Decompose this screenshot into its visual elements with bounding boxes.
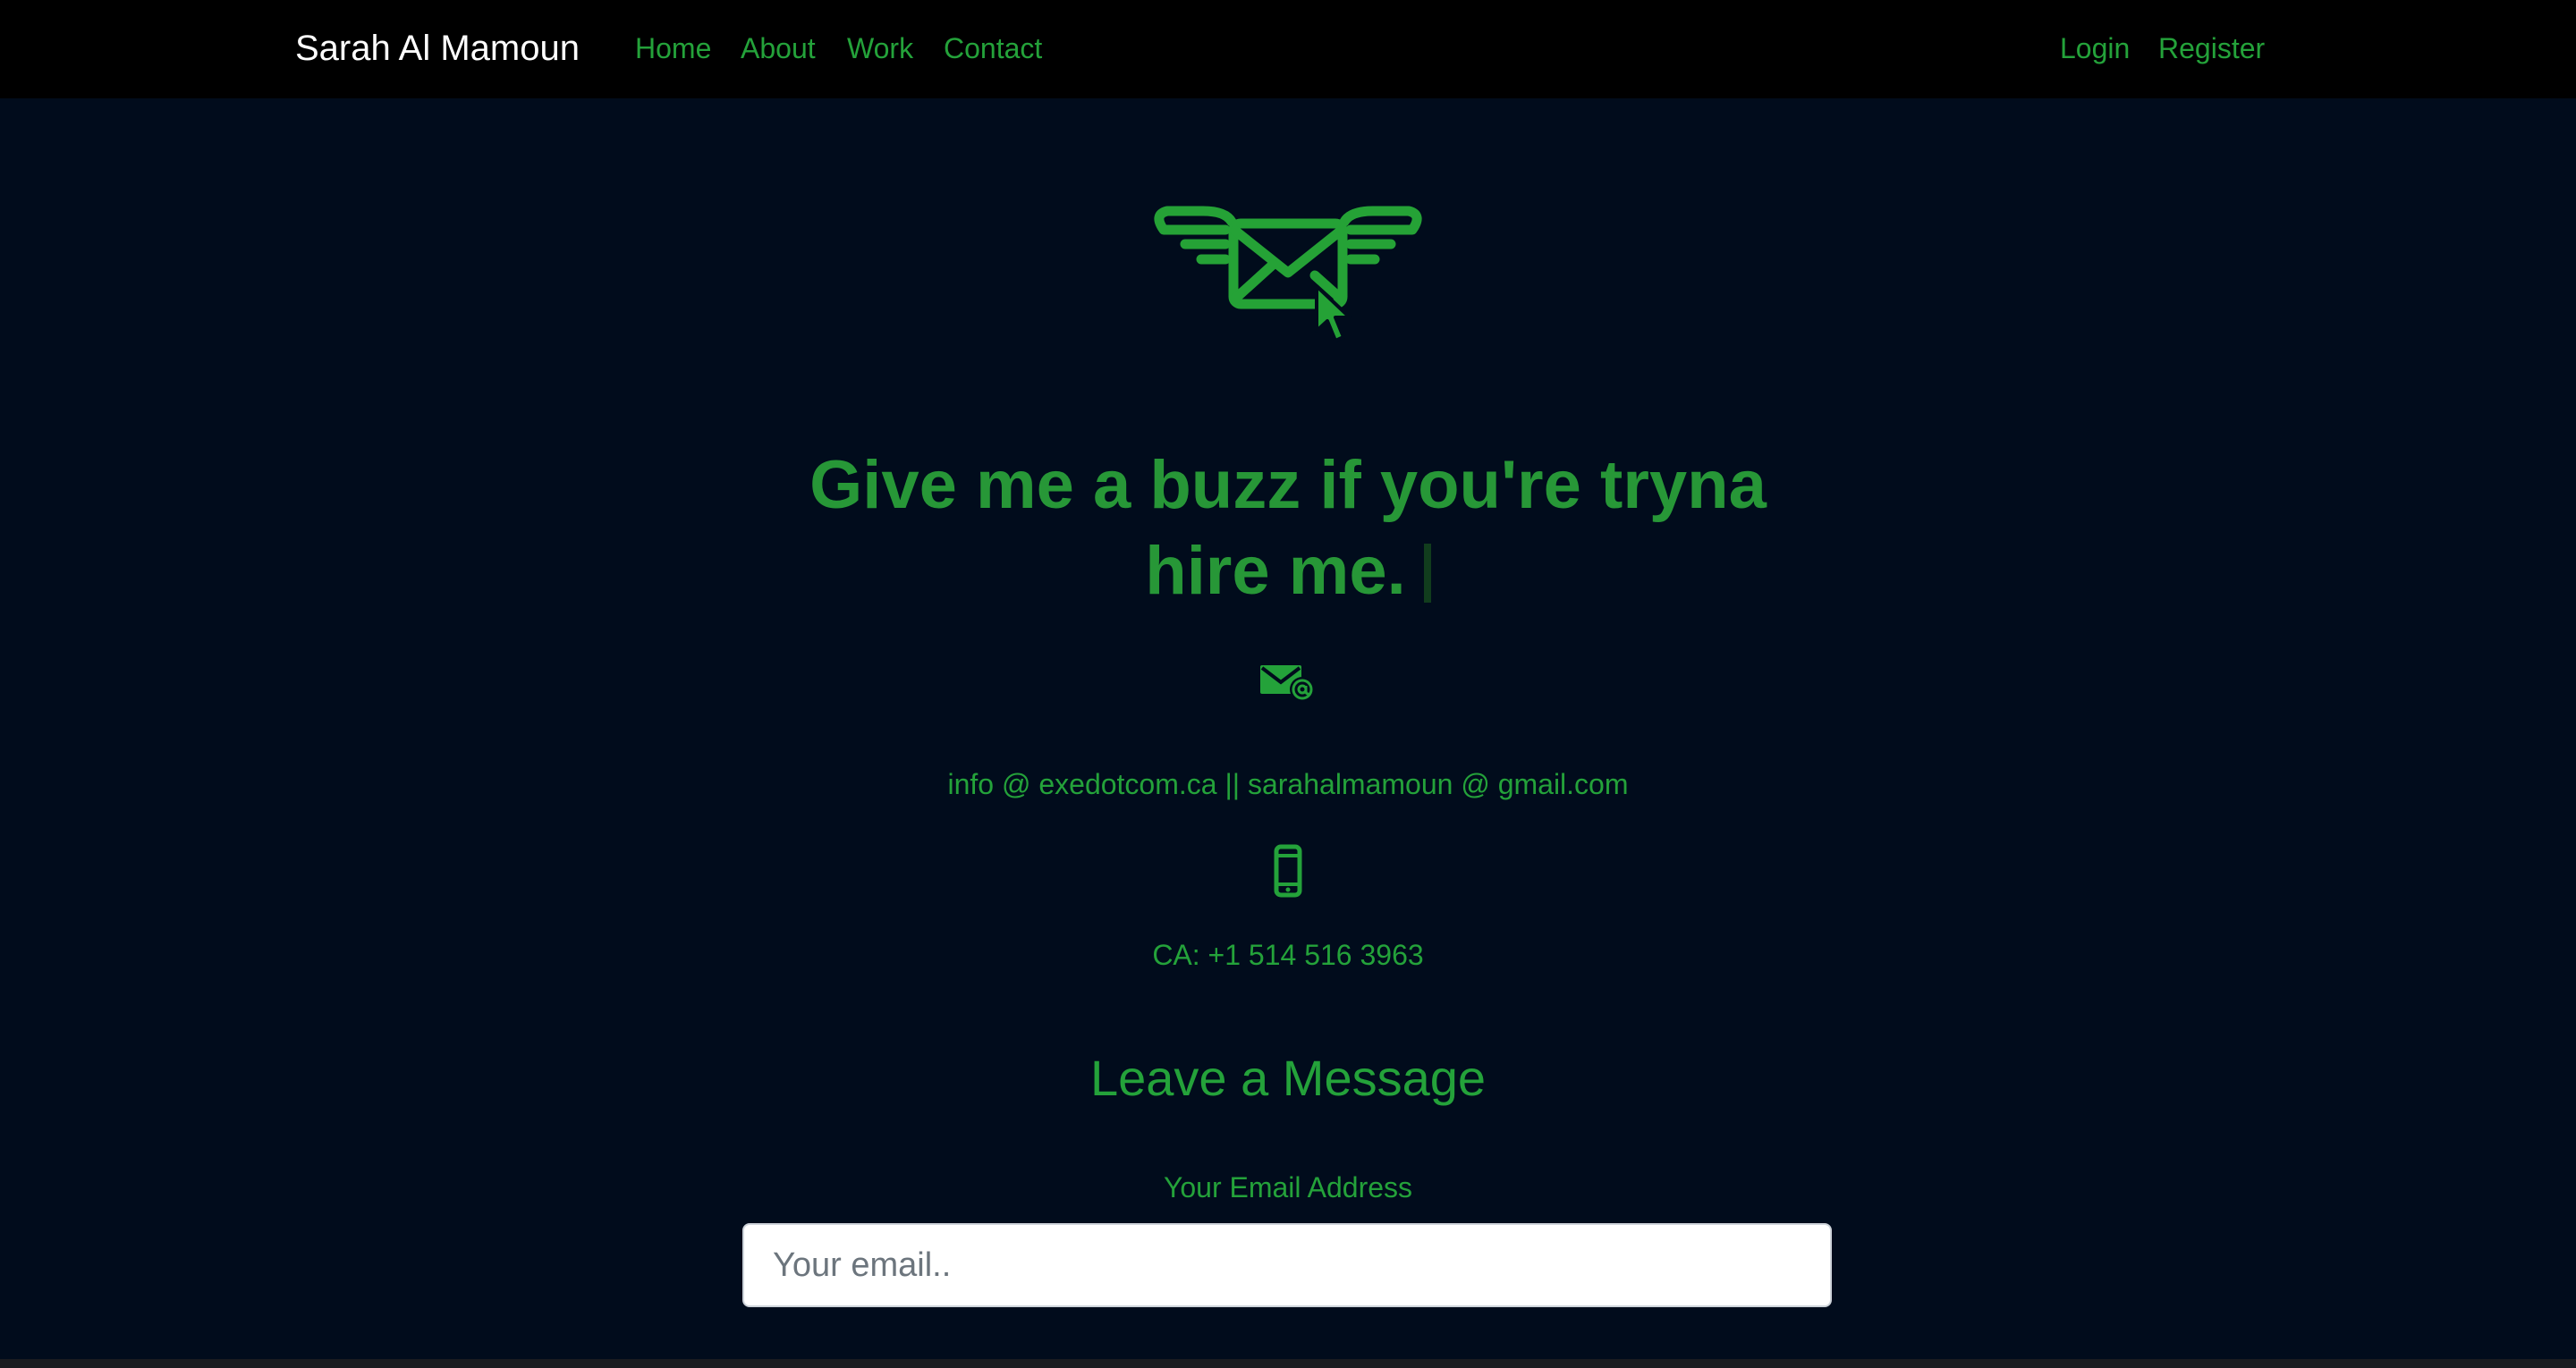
mobile-phone-icon	[1274, 844, 1302, 898]
nav-link-login[interactable]: Login	[2060, 29, 2130, 68]
nav-link-about[interactable]: About	[741, 29, 816, 68]
headline-line-2: hire me.	[1145, 533, 1406, 609]
brand-name[interactable]: Sarah Al Mamoun	[295, 25, 580, 72]
page-bottom-edge	[0, 1359, 2576, 1368]
contact-emails[interactable]: info @ exedotcom.ca || sarahalmamoun @ g…	[0, 764, 2576, 804]
headline-line-1: Give me a buzz if you're tryna	[809, 447, 1767, 523]
typing-caret	[1423, 544, 1431, 603]
top-navbar: Sarah Al Mamoun Home About Work Contact …	[0, 0, 2576, 98]
contact-page: Give me a buzz if you're tryna hire me. …	[0, 98, 2576, 1359]
email-field-label: Your Email Address	[1163, 1171, 1413, 1203]
winged-envelope-icon	[1154, 206, 1422, 342]
nav-link-work[interactable]: Work	[847, 29, 913, 68]
nav-link-contact[interactable]: Contact	[944, 29, 1042, 68]
nav-link-register[interactable]: Register	[2158, 29, 2265, 68]
nav-link-home[interactable]: Home	[635, 29, 711, 68]
email-input[interactable]	[742, 1223, 1832, 1307]
message-form-title: Leave a Message	[1089, 1050, 1487, 1106]
email-at-icon	[1260, 665, 1315, 702]
page-headline: Give me a buzz if you're tryna hire me.	[751, 443, 1825, 614]
contact-phone[interactable]: CA: +1 514 516 3963	[0, 935, 2576, 975]
